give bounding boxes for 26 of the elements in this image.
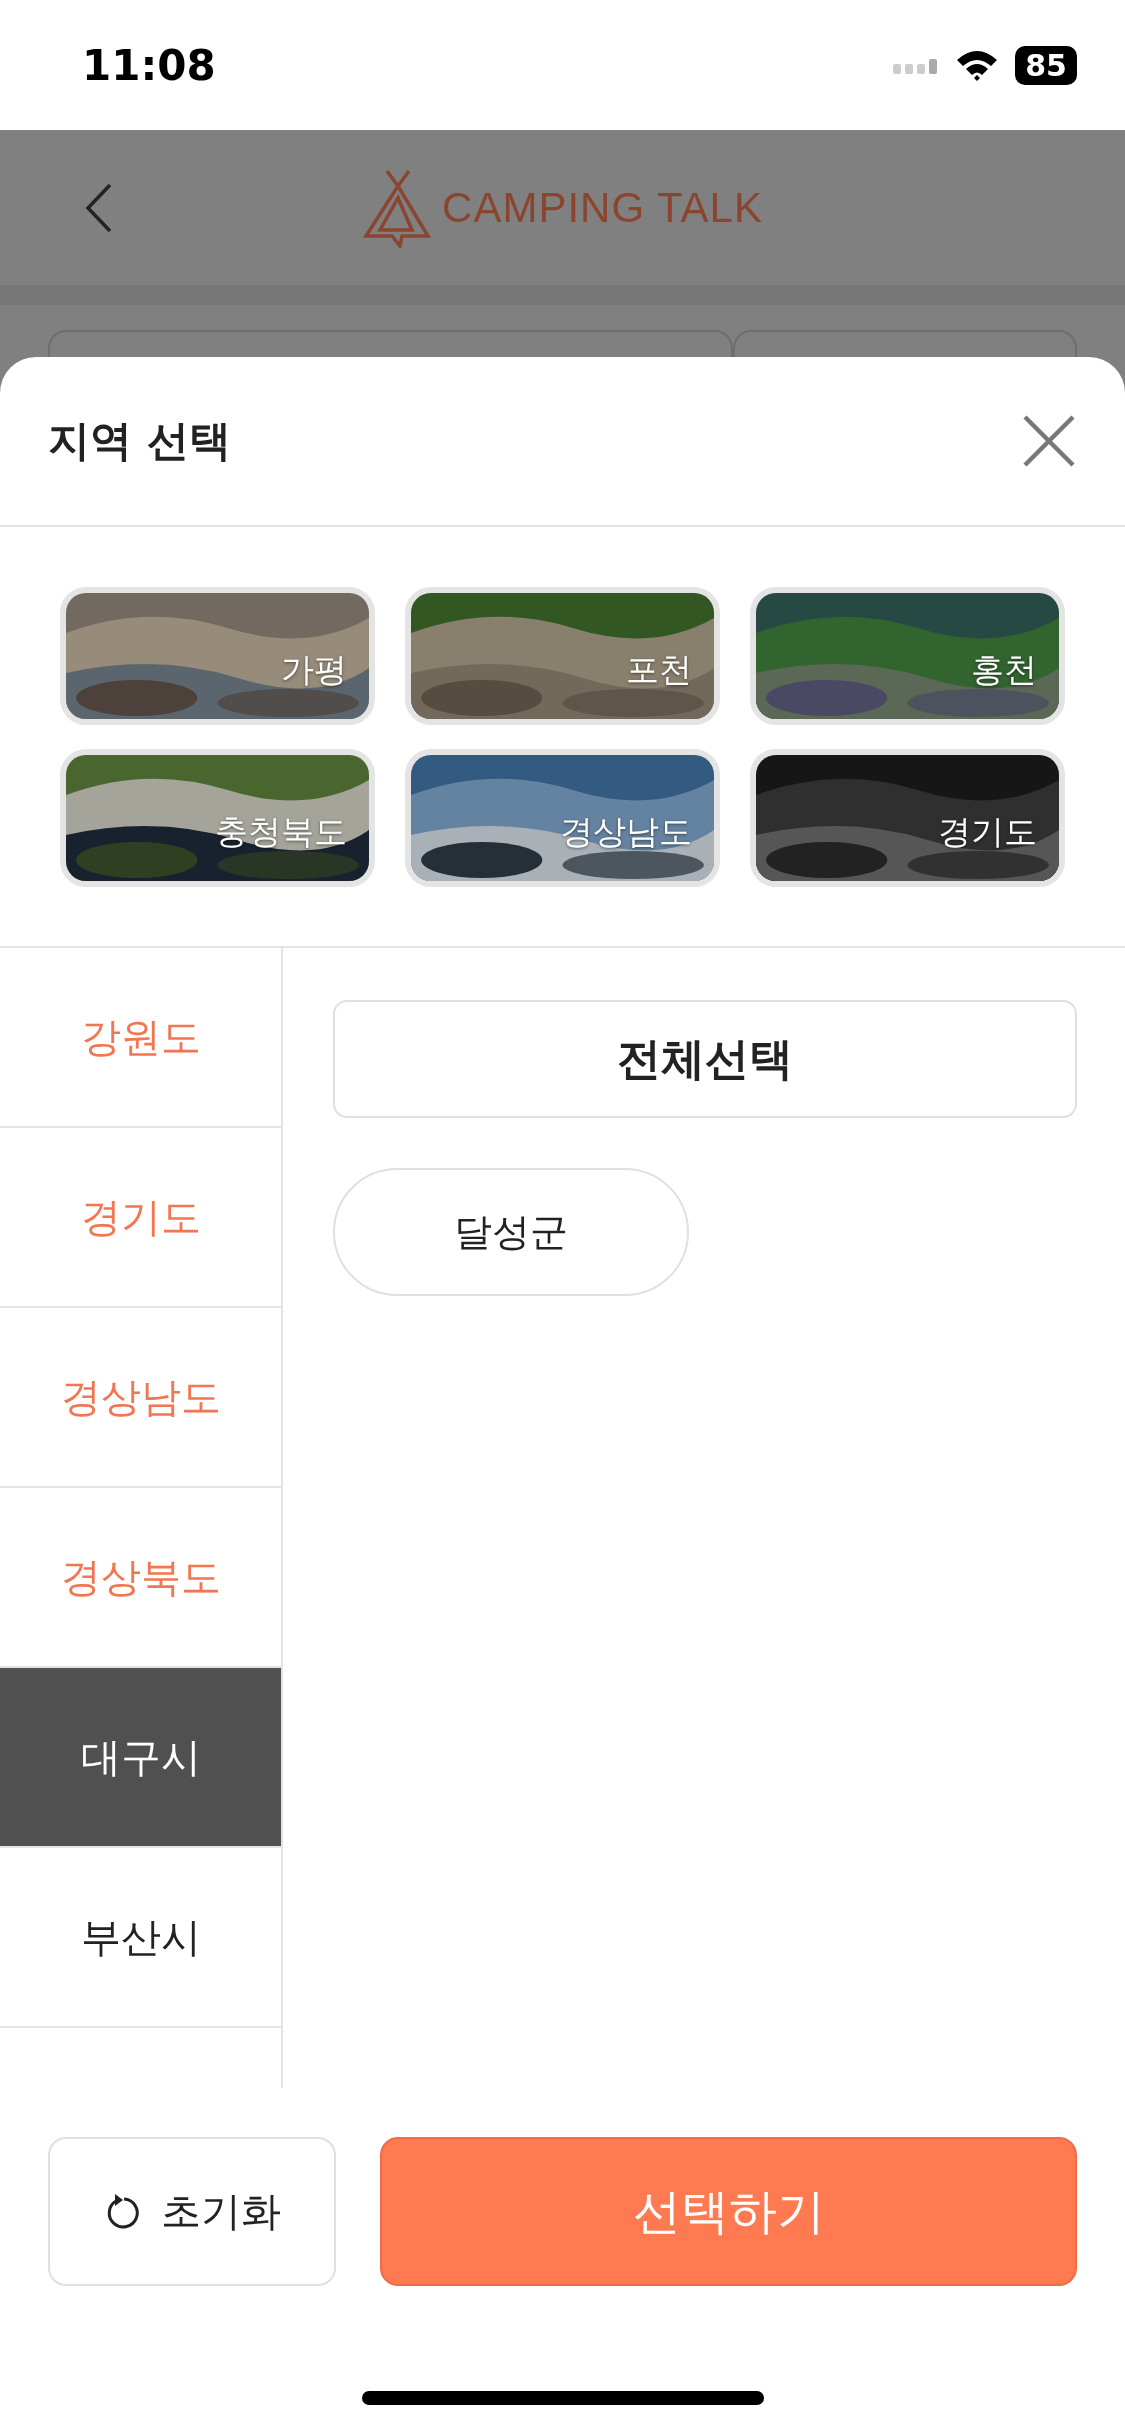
region-label: 충청북도 xyxy=(215,812,347,852)
region-label: 경상남도 xyxy=(560,812,692,852)
close-button[interactable] xyxy=(1021,413,1077,469)
signal-icon xyxy=(893,56,940,74)
tent-icon xyxy=(362,167,433,248)
region-label: 가평 xyxy=(281,650,347,690)
region-label: 홍천 xyxy=(971,650,1037,690)
region-card[interactable]: 가평 xyxy=(60,587,375,725)
battery-level: 85 xyxy=(1015,45,1077,85)
region-label: 포천 xyxy=(626,650,692,690)
district-chip[interactable]: 달성군 xyxy=(333,1168,689,1296)
region-card[interactable]: 충청북도 xyxy=(60,749,375,887)
app-logo: CAMPING TALK xyxy=(442,183,763,232)
reset-button[interactable]: 초기화 xyxy=(48,2137,336,2286)
confirm-button[interactable]: 선택하기 xyxy=(380,2137,1077,2286)
status-time: 11:08 xyxy=(82,40,216,90)
sheet-title: 지역 선택 xyxy=(48,415,231,467)
region-card[interactable]: 홍천 xyxy=(750,587,1065,725)
region-card[interactable]: 포천 xyxy=(405,587,720,725)
back-icon[interactable] xyxy=(84,182,114,234)
region-card[interactable]: 경상남도 xyxy=(405,749,720,887)
region-label: 경기도 xyxy=(938,812,1037,852)
select-all-button[interactable]: 전체선택 xyxy=(333,1000,1077,1118)
wifi-icon xyxy=(955,48,1000,82)
region-card[interactable]: 경기도 xyxy=(750,749,1065,887)
province-item[interactable]: 대구시 xyxy=(0,1668,281,1848)
